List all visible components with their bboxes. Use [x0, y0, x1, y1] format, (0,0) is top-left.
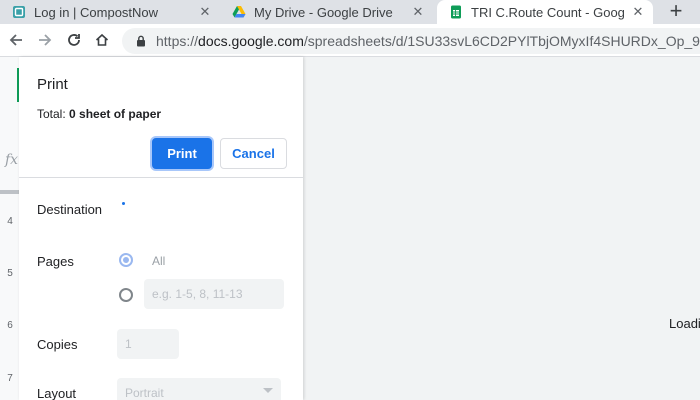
print-button[interactable]: Print: [152, 138, 212, 169]
row-number: 6: [7, 320, 13, 331]
new-tab-button[interactable]: +: [664, 0, 688, 24]
url-scheme: https://: [156, 33, 199, 49]
google-drive-icon: [232, 6, 246, 18]
forward-icon[interactable]: [36, 31, 54, 49]
tab-title: My Drive - Google Drive: [254, 4, 393, 20]
close-icon[interactable]: ✕: [411, 4, 425, 20]
copies-label: Copies: [37, 337, 78, 352]
total-label: Total:: [37, 107, 70, 121]
home-icon[interactable]: [93, 31, 111, 49]
layout-value: Portrait: [125, 386, 164, 400]
tab-strip: Log in | CompostNow ✕ My Drive - Google …: [0, 0, 700, 24]
close-icon[interactable]: ✕: [631, 4, 645, 20]
row-number: 7: [7, 373, 13, 384]
destination-loading-indicator: [122, 202, 125, 205]
back-icon[interactable]: [7, 31, 25, 49]
loading-text: Loadi: [669, 316, 700, 331]
print-dialog-header: Print Total: 0 sheet of paper Print Canc…: [19, 57, 303, 178]
row-number: 4: [7, 216, 13, 227]
destination-label: Destination: [37, 202, 103, 217]
frozen-row-divider: [0, 190, 20, 194]
row-header-column: [0, 57, 20, 400]
print-dialog: Print Total: 0 sheet of paper Print Canc…: [19, 57, 303, 400]
tab-google-sheets[interactable]: TRI C.Route Count - Google Sheets ✕: [437, 0, 653, 24]
lock-icon: [137, 35, 145, 47]
reload-icon[interactable]: [65, 31, 83, 49]
dialog-title: Print: [37, 76, 68, 93]
pages-all-radio[interactable]: [119, 253, 133, 267]
close-icon[interactable]: ✕: [198, 4, 212, 20]
browser-toolbar: https://docs.google.com/spreadsheets/d/1…: [0, 24, 700, 57]
google-sheets-icon: [451, 5, 461, 19]
total-sheets: Total: 0 sheet of paper: [37, 107, 161, 121]
cancel-button[interactable]: Cancel: [220, 138, 287, 169]
row-number: 5: [7, 268, 13, 279]
print-preview-area: [303, 57, 700, 400]
tab-title: Log in | CompostNow: [34, 4, 159, 20]
tab-title: TRI C.Route Count - Google Sheets: [471, 4, 625, 20]
pages-custom-input[interactable]: e.g. 1-5, 8, 11-13: [144, 279, 284, 309]
layout-label: Layout: [37, 386, 77, 400]
layout-select[interactable]: Portrait: [117, 378, 281, 400]
formula-fx-icon: fx: [5, 152, 19, 168]
url-text: https://docs.google.com/spreadsheets/d/1…: [156, 33, 700, 49]
url-host: docs.google.com: [198, 33, 304, 49]
address-bar[interactable]: https://docs.google.com/spreadsheets/d/1…: [122, 28, 700, 54]
pages-label: Pages: [37, 254, 74, 269]
chevron-down-icon: [263, 388, 273, 393]
url-path: /spreadsheets/d/1SU33svL6CD2PYlTbjOMyxIf…: [303, 33, 700, 49]
pages-custom-radio[interactable]: [119, 288, 133, 302]
tab-google-drive[interactable]: My Drive - Google Drive ✕: [220, 0, 433, 24]
copies-input[interactable]: 1: [117, 329, 179, 359]
compostnow-icon: [13, 6, 25, 18]
pages-all-label: All: [152, 254, 166, 268]
tab-compostnow[interactable]: Log in | CompostNow ✕: [0, 0, 220, 24]
total-value: 0 sheet of paper: [69, 107, 162, 121]
